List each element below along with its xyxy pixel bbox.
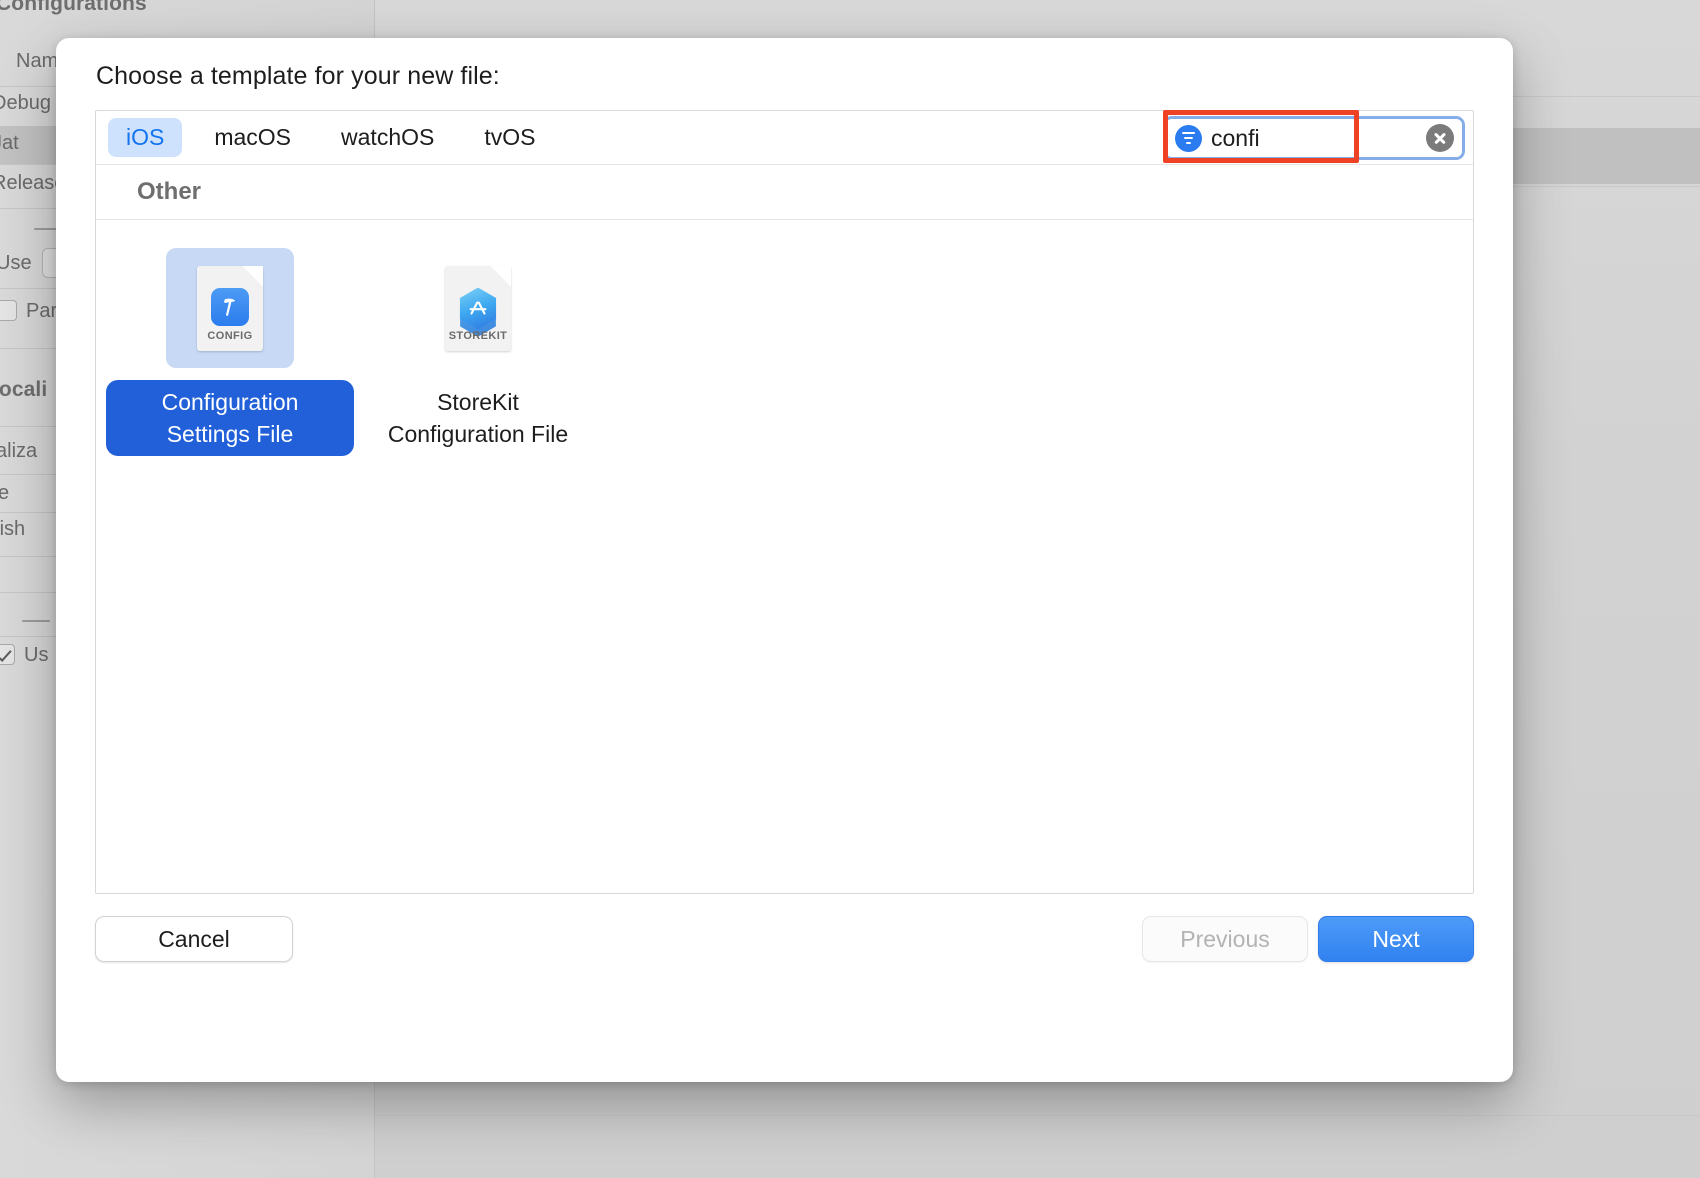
clear-circle-icon[interactable]: [1426, 124, 1454, 152]
template-icon-frame: CONFIG: [166, 248, 294, 368]
tab-ios[interactable]: iOS: [108, 118, 183, 157]
background-row-jat: Jat: [0, 132, 19, 154]
search-field-inner[interactable]: confi: [1166, 119, 1462, 157]
background-localization-title: Locali: [0, 378, 48, 401]
template-label-configuration-settings-file: Configuration Settings File: [106, 380, 354, 456]
platform-tab-bar: iOS macOS watchOS tvOS confi: [96, 111, 1473, 165]
tab-tvos[interactable]: tvOS: [466, 118, 553, 157]
background-row-debug: Debug: [0, 92, 51, 114]
background-localization-row-1: se: [0, 482, 10, 504]
template-icon-frame: STOREKIT: [414, 248, 542, 368]
background-use-checkbox-label: Us: [24, 644, 49, 666]
background-table-row: [376, 1115, 1700, 1117]
tab-macos[interactable]: macOS: [196, 118, 309, 157]
next-button[interactable]: Next: [1318, 916, 1474, 962]
template-content-box: iOS macOS watchOS tvOS confi Other CONFI…: [95, 110, 1474, 894]
background-use-checkbox[interactable]: [0, 644, 15, 665]
template-label-storekit-configuration-file: StoreKit Configuration File: [387, 389, 569, 447]
storekit-file-icon: STOREKIT: [445, 265, 511, 351]
template-item-configuration-settings-file[interactable]: CONFIG Configuration Settings File: [106, 242, 354, 456]
background-configurations-title: Configurations: [0, 0, 147, 15]
group-header-label: Other: [137, 178, 202, 205]
background-divider-dash: [22, 620, 50, 622]
dialog-title: Choose a template for your new file:: [96, 62, 500, 90]
background-parallel-label: Par: [26, 300, 58, 322]
template-grid: CONFIG Configuration Settings File STORE…: [96, 220, 1473, 456]
background-localization-row-2: glish: [0, 518, 26, 540]
template-filter-field[interactable]: confi: [1163, 116, 1465, 160]
template-chooser-dialog: Choose a template for your new file: iOS…: [56, 38, 1513, 1082]
config-file-kind-text: CONFIG: [207, 329, 253, 342]
cancel-button[interactable]: Cancel: [95, 916, 293, 962]
filter-icon: [1175, 124, 1202, 152]
template-item-storekit-configuration-file[interactable]: STOREKIT StoreKit Configuration File: [354, 242, 602, 456]
background-localization-row-0: caliza: [0, 440, 38, 462]
template-group-header: Other: [96, 165, 1473, 220]
tab-watchos[interactable]: watchOS: [323, 118, 452, 157]
previous-button[interactable]: Previous: [1142, 916, 1308, 962]
search-input-value[interactable]: confi: [1211, 125, 1426, 152]
app-store-hexagon-icon: [457, 287, 499, 337]
background-use-label: Use: [0, 252, 32, 274]
storekit-file-kind-text: STOREKIT: [448, 329, 508, 342]
dialog-footer: Cancel Previous Next: [56, 896, 1513, 1082]
config-file-icon: CONFIG: [197, 265, 263, 351]
hammer-icon: [211, 287, 249, 326]
background-parallel-checkbox[interactable]: [0, 300, 17, 321]
